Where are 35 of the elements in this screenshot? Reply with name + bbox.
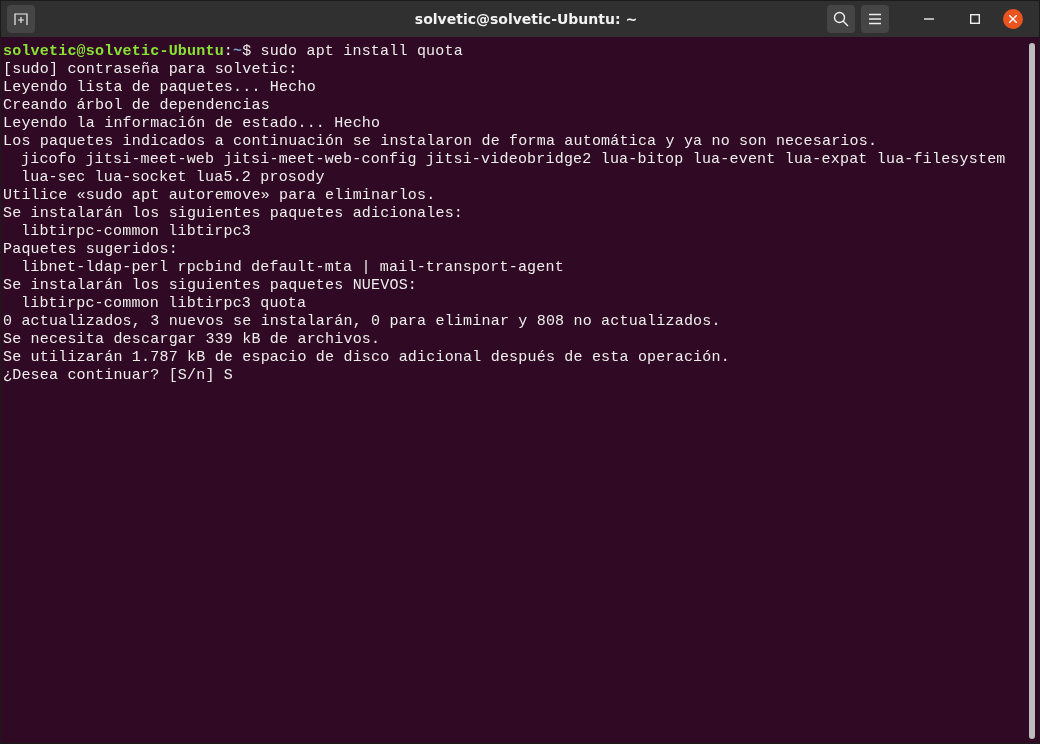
output-line: [sudo] contraseña para solvetic: [3, 61, 298, 79]
output-line: Leyendo la información de estado... Hecho [3, 115, 381, 133]
output-line: Leyendo lista de paquetes... Hecho [3, 79, 316, 97]
menu-button[interactable] [861, 5, 889, 33]
output-line: libtirpc-common libtirpc3 quota [21, 295, 307, 313]
close-button[interactable] [1003, 9, 1023, 29]
close-icon [1009, 15, 1017, 23]
menu-icon [868, 13, 882, 25]
output-line: lua-sec lua-socket lua5.2 prosody [21, 169, 325, 187]
command-text: sudo apt install quota [260, 43, 463, 61]
new-tab-icon [14, 12, 28, 26]
window-title: solvetic@solvetic-Ubuntu: ~ [413, 11, 639, 27]
new-tab-button[interactable] [7, 5, 35, 33]
prompt-path: ~ [233, 43, 243, 61]
output-line: Paquetes sugeridos: [3, 241, 178, 259]
output-line: Creando árbol de dependencias [3, 97, 270, 115]
prompt-symbol: $ [242, 43, 252, 61]
output-line: Se instalarán los siguientes paquetes adicionales: [3, 205, 464, 223]
output-line: Los paquetes indicados a continuación se instalaron de forma automática y ya no son necesarios. [3, 133, 878, 151]
output-line: 0 actualizados, 3 nuevos se instalarán, 0 para eliminar y 808 no actualizados. [3, 313, 721, 331]
output-line: Se necesita descargar 339 kB de archivos. [3, 331, 381, 349]
search-icon [833, 11, 849, 27]
prompt-separator: : [223, 43, 234, 61]
output-line: libnet-ldap-perl rpcbind default-mta | mail-transport-agent [21, 259, 564, 277]
scrollbar-thumb[interactable] [1029, 43, 1035, 739]
minimize-icon [924, 18, 934, 20]
output-line: ¿Desea continuar? [S/n] S [3, 367, 234, 385]
maximize-icon [970, 14, 980, 24]
output-line: libtirpc-common libtirpc3 [21, 223, 252, 241]
prompt-user-host: solvetic@solvetic-Ubuntu [3, 43, 224, 61]
output-line: Se utilizarán 1.787 kB de espacio de disco adicional después de esta operación. [3, 349, 730, 367]
search-button[interactable] [827, 5, 855, 33]
output-line: Utilice «sudo apt autoremove» para eliminarlos. [3, 187, 436, 205]
output-line: Se instalarán los siguientes paquetes NUEVOS: [3, 277, 418, 295]
output-line: jicofo jitsi-meet-web jitsi-meet-web-config jitsi-videobridge2 lua-bitop lua-event lua-expat lua-filesystem [21, 151, 1006, 169]
